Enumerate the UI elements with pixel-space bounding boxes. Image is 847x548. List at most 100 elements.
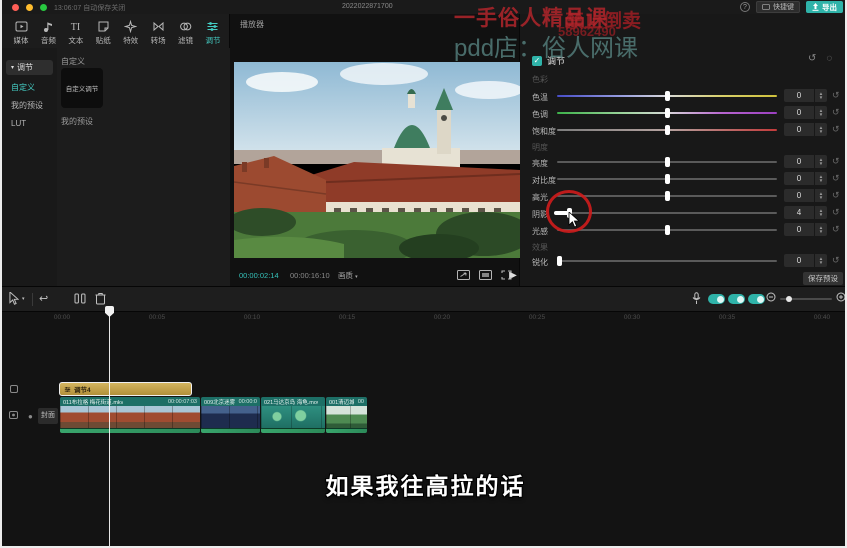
tab-filter[interactable]: 滤镜: [173, 17, 199, 49]
sidebar-item-custom[interactable]: 自定义: [6, 80, 53, 95]
close-icon[interactable]: [12, 4, 19, 11]
video-track-hide-icon[interactable]: [9, 411, 18, 419]
tint-slider[interactable]: [557, 112, 777, 114]
contrast-value[interactable]: 0: [784, 172, 814, 185]
playhead-line[interactable]: [109, 306, 110, 548]
adjustment-clip[interactable]: 调节4: [59, 382, 192, 396]
maximize-icon[interactable]: [40, 4, 47, 11]
library-panel: 媒体 音频 TI 文本 贴纸 特效 转场: [2, 14, 230, 286]
reset-icon[interactable]: ↺: [832, 124, 840, 135]
tab-media[interactable]: 媒体: [8, 17, 34, 49]
split-button[interactable]: [74, 292, 86, 305]
minimize-icon[interactable]: [26, 4, 33, 11]
ratio-icon[interactable]: [479, 270, 492, 280]
slider-knob[interactable]: [665, 157, 670, 167]
section-light-label: 明度: [532, 142, 548, 153]
audio-icon: [42, 20, 55, 33]
value-stepper[interactable]: ▲▼: [815, 123, 827, 136]
highlights-value[interactable]: 0: [784, 189, 814, 202]
saturation-slider[interactable]: [557, 129, 777, 131]
value-stepper[interactable]: ▲▼: [815, 89, 827, 102]
reset-icon[interactable]: ↺: [832, 107, 840, 118]
saturation-value[interactable]: 0: [784, 123, 814, 136]
sharpen-slider[interactable]: [557, 260, 777, 262]
reset-icon[interactable]: ↺: [832, 224, 840, 235]
tab-effects[interactable]: 特效: [118, 17, 144, 49]
value-stepper[interactable]: ▲▼: [815, 206, 827, 219]
tint-value[interactable]: 0: [784, 106, 814, 119]
delete-button[interactable]: [95, 292, 106, 305]
cover-button[interactable]: 封面: [38, 408, 58, 424]
value-stepper[interactable]: ▲▼: [815, 254, 827, 267]
value-stepper[interactable]: ▲▼: [815, 223, 827, 236]
tab-sticker[interactable]: 贴纸: [90, 17, 116, 49]
record-audio-button[interactable]: [692, 292, 701, 305]
slider-label: 高光: [532, 192, 548, 203]
reset-icon[interactable]: ↺: [832, 173, 840, 184]
value-stepper[interactable]: ▲▼: [815, 106, 827, 119]
slider-knob[interactable]: [665, 174, 670, 184]
reset-icon[interactable]: ↺: [832, 156, 840, 167]
magnet-toggle[interactable]: [708, 294, 725, 304]
video-clip-2[interactable]: 009北京迷雾.mkv00:00:0: [201, 397, 260, 433]
brightness-slider[interactable]: [557, 161, 777, 163]
video-clip-1[interactable]: 011布拉格 梅花街道.mkv00:00:07:03: [60, 397, 200, 433]
sharpen-value[interactable]: 0: [784, 254, 814, 267]
reset-all-icon[interactable]: ↺: [808, 53, 816, 64]
custom-adjust-tile[interactable]: 自定义调节: [61, 68, 103, 108]
value-stepper[interactable]: ▲▼: [815, 189, 827, 202]
tab-adjust[interactable]: 调节: [200, 17, 226, 49]
temperature-slider[interactable]: [557, 95, 777, 97]
export-button[interactable]: 导出: [806, 1, 843, 13]
slider-knob[interactable]: [665, 191, 670, 201]
slider-knob[interactable]: [665, 225, 670, 235]
brightness-value[interactable]: 0: [784, 155, 814, 168]
slider-knob[interactable]: [557, 256, 562, 266]
shortcuts-button[interactable]: 快捷键: [756, 1, 800, 13]
fullscreen-icon[interactable]: [501, 270, 512, 280]
tab-text[interactable]: TI 文本: [63, 17, 89, 49]
quality-dropdown[interactable]: 画质 ▾: [338, 270, 358, 281]
link-toggle[interactable]: [728, 294, 745, 304]
slider-knob[interactable]: [665, 125, 670, 135]
temperature-value[interactable]: 0: [784, 89, 814, 102]
value-stepper[interactable]: ▲▼: [815, 172, 827, 185]
light-sense-slider[interactable]: [557, 229, 777, 231]
reset-icon[interactable]: ↺: [832, 207, 840, 218]
compare-icon[interactable]: ◌: [826, 53, 832, 64]
sidebar-item-lut[interactable]: LUT: [6, 116, 53, 131]
timeline-ruler[interactable]: 00:00 00:05 00:10 00:15 00:20 00:25 00:3…: [2, 312, 847, 324]
adjustment-track-icon[interactable]: [10, 385, 18, 393]
reset-icon[interactable]: ↺: [832, 190, 840, 201]
reset-icon[interactable]: ↺: [832, 90, 840, 101]
contrast-slider[interactable]: [557, 178, 777, 180]
sidebar-item-adjust[interactable]: ▾ 调节: [6, 60, 53, 75]
sidebar-item-my-presets[interactable]: 我的预设: [6, 98, 53, 113]
video-clip-4[interactable]: 001清迈城外.MOV00: [326, 397, 367, 433]
undo-button[interactable]: ↩: [39, 292, 48, 305]
ruler-label: 00:20: [427, 314, 457, 321]
timeline-zoom-in-icon[interactable]: [836, 292, 846, 302]
video-clip-3[interactable]: 021马达京岛 海龟.mov: [261, 397, 325, 433]
slider-knob[interactable]: [665, 108, 670, 118]
timeline-zoom-out-icon[interactable]: [766, 292, 776, 302]
keyboard-icon: [762, 4, 770, 10]
slider-knob[interactable]: [665, 91, 670, 101]
video-track-mute-icon[interactable]: ●: [28, 412, 33, 421]
reset-icon[interactable]: ↺: [832, 255, 840, 266]
help-icon[interactable]: ?: [740, 2, 750, 12]
timeline-zoom-slider[interactable]: [780, 298, 832, 300]
save-preset-button[interactable]: 保存预设: [803, 272, 843, 285]
ruler-label: 00:35: [712, 314, 742, 321]
slider-label: 锐化: [532, 257, 548, 268]
zoom-knob[interactable]: [786, 296, 792, 302]
select-tool-button[interactable]: ▾: [9, 292, 25, 305]
value-stepper[interactable]: ▲▼: [815, 155, 827, 168]
shadows-value[interactable]: 4: [784, 206, 814, 219]
tab-transition[interactable]: 转场: [145, 17, 171, 49]
light-sense-value[interactable]: 0: [784, 223, 814, 236]
tab-audio[interactable]: 音频: [35, 17, 61, 49]
resize-icon[interactable]: [457, 270, 470, 280]
preview-axis-toggle[interactable]: [748, 294, 765, 304]
highlights-slider[interactable]: [557, 195, 777, 197]
